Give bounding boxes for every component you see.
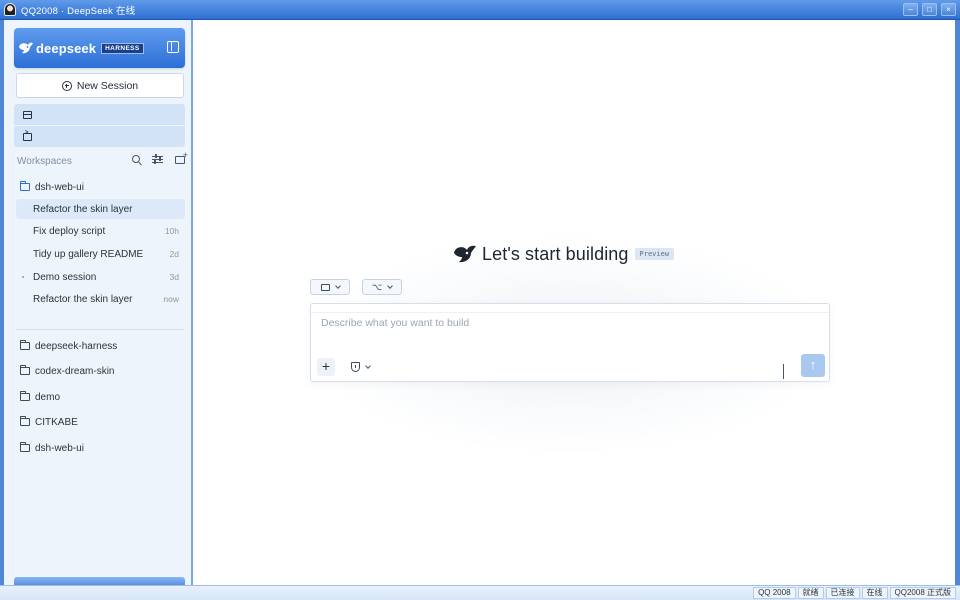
hero-heading: Let's start building Preview — [453, 242, 675, 266]
workspaces-title: Workspaces — [17, 155, 72, 167]
status-cell: 已连接 — [825, 587, 860, 599]
nav-item-terminal[interactable] — [14, 126, 185, 147]
minimize-button[interactable]: – — [903, 3, 918, 16]
session-item[interactable]: Fix deploy script 10h — [16, 221, 185, 241]
folder-label: codex-dream-skin — [35, 365, 115, 377]
filter-sliders-icon[interactable] — [152, 154, 163, 165]
workspace-active[interactable]: dsh-web-ui — [19, 180, 84, 194]
workspace-folder[interactable]: codex-dream-skin — [19, 364, 115, 378]
permission-dropdown[interactable] — [351, 362, 371, 372]
session-item[interactable]: Refactor the skin layer — [16, 199, 185, 219]
folder-label: deepseek-harness — [35, 340, 118, 352]
add-folder-icon[interactable] — [175, 150, 188, 164]
new-session-button[interactable]: New Session — [16, 73, 184, 98]
page-title: Let's start building — [482, 243, 629, 264]
folder-label: dsh-web-ui — [35, 442, 84, 454]
branch-dropdown[interactable]: ⌥ — [362, 279, 402, 295]
status-bar: QQ 2008 就绪 已连接 在线 QQ2008 正式版 — [0, 585, 960, 600]
sidebar: deepseek HARNESS New Session Workspaces … — [4, 20, 193, 585]
status-cells: QQ 2008 就绪 已连接 在线 QQ2008 正式版 — [753, 587, 956, 599]
folder-label: CITKABE — [35, 416, 78, 428]
maximize-button[interactable]: □ — [922, 3, 937, 16]
plus-circle-icon — [61, 80, 72, 91]
chevron-down-icon — [334, 283, 341, 289]
folder-icon — [320, 283, 330, 291]
send-button[interactable]: ↑ — [801, 354, 825, 377]
brand-tag: HARNESS — [101, 42, 144, 54]
layout-icon — [23, 110, 32, 119]
folder-icon — [19, 365, 30, 375]
workspace-folder[interactable]: dsh-web-ui — [19, 441, 84, 455]
chevron-down-icon — [387, 283, 394, 289]
session-item[interactable]: Demo session 3d — [16, 267, 185, 287]
session-item[interactable]: Tidy up gallery README 2d — [16, 244, 185, 264]
window-controls: – □ × — [903, 3, 956, 16]
session-time: 3d — [169, 272, 179, 282]
chevron-down-icon — [365, 363, 371, 369]
workspaces-header: Workspaces — [17, 150, 188, 169]
prompt-input[interactable] — [311, 312, 829, 332]
new-session-label: New Session — [76, 79, 139, 92]
session-item[interactable]: Refactor the skin layer now — [16, 289, 185, 309]
model-dropdown[interactable] — [783, 364, 784, 379]
session-label: Refactor the skin layer — [33, 293, 133, 305]
window-frame-right — [955, 20, 960, 585]
brand-header: deepseek HARNESS — [14, 28, 185, 68]
folder-icon — [19, 340, 30, 350]
chevron-down-icon — [783, 364, 784, 379]
terminal-icon — [23, 130, 32, 141]
workspace-folder[interactable]: deepseek-harness — [19, 339, 118, 353]
session-time: now — [163, 294, 179, 304]
session-label: Demo session — [33, 271, 97, 283]
sidebar-footer-bar — [14, 577, 185, 585]
workspace-active-label: dsh-web-ui — [35, 181, 84, 193]
workspaces-actions — [132, 150, 188, 165]
sidebar-toggle-icon[interactable] — [167, 41, 179, 53]
status-cell: QQ2008 正式版 — [889, 587, 956, 599]
preview-badge: Preview — [634, 248, 675, 260]
brand-name: deepseek — [36, 40, 97, 56]
workspace-folder[interactable]: demo — [19, 390, 61, 404]
workspace-folder-dropdown[interactable] — [310, 279, 350, 295]
session-label: Tidy up gallery README — [33, 248, 144, 260]
main-panel: Let's start building Preview ⌥ + ↑ — [195, 20, 955, 585]
status-cell: 就绪 — [797, 587, 824, 599]
nav-item-layout[interactable] — [14, 104, 185, 125]
branch-icon: ⌥ — [371, 281, 383, 292]
whale-logo-icon — [19, 42, 33, 54]
search-icon[interactable] — [132, 155, 140, 163]
session-label: Refactor the skin layer — [33, 203, 133, 215]
window-title: QQ2008 · DeepSeek 在线 — [21, 5, 136, 17]
shield-icon — [351, 362, 360, 372]
composer: + ↑ — [310, 303, 830, 382]
add-attachment-button[interactable]: + — [317, 358, 335, 376]
session-label: Fix deploy script — [33, 225, 106, 237]
folder-label: demo — [35, 391, 61, 403]
folder-open-icon — [19, 181, 30, 191]
folder-icon — [19, 391, 30, 401]
workspace-folder[interactable]: CITKABE — [19, 415, 78, 429]
app-avatar-icon — [4, 3, 16, 16]
close-button[interactable]: × — [941, 3, 956, 16]
session-time: 10h — [164, 226, 179, 236]
window-titlebar: QQ2008 · DeepSeek 在线 – □ × — [0, 0, 960, 20]
session-bullet-icon — [22, 276, 24, 278]
whale-logo-icon — [454, 245, 476, 263]
sidebar-divider — [16, 329, 184, 330]
folder-icon — [19, 416, 30, 426]
status-cell: QQ 2008 — [753, 587, 796, 599]
folder-icon — [19, 442, 30, 452]
status-cell: 在线 — [861, 587, 888, 599]
session-time: 2d — [169, 249, 179, 259]
